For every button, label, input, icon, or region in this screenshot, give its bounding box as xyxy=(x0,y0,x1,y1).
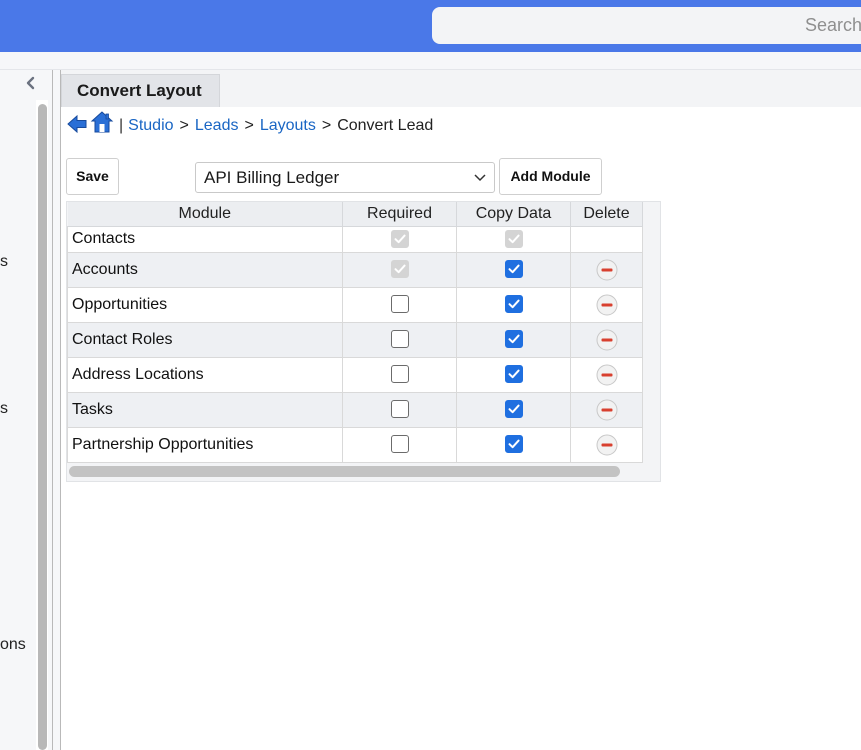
sidebar-scrollbar[interactable] xyxy=(38,104,47,750)
required-checkbox[interactable] xyxy=(390,365,409,384)
panel-divider xyxy=(60,70,61,750)
table-row: Partnership Opportunities xyxy=(67,426,657,463)
breadcrumb-link-studio[interactable]: Studio xyxy=(128,117,173,135)
sidebar-item-fragment[interactable]: ons xyxy=(0,636,26,654)
breadcrumb-divider: > xyxy=(244,117,254,134)
breadcrumb-separator: | xyxy=(119,117,124,134)
required-checkbox[interactable] xyxy=(390,295,409,314)
search-box[interactable] xyxy=(432,7,861,44)
left-sidebar: s s ons xyxy=(0,70,60,750)
chevron-left-icon[interactable] xyxy=(24,76,38,94)
copy-data-checkbox[interactable] xyxy=(504,330,523,349)
back-arrow-icon[interactable] xyxy=(66,113,88,140)
top-bar xyxy=(0,0,861,52)
sidebar-item-fragment[interactable]: s xyxy=(0,253,8,271)
table-row: Contacts xyxy=(67,225,657,253)
module-name-cell: Address Locations xyxy=(67,356,343,393)
search-input[interactable] xyxy=(432,7,861,44)
required-checkbox xyxy=(390,260,409,279)
copy-data-cell xyxy=(456,321,571,358)
row-filler xyxy=(642,427,657,462)
breadcrumb-divider: > xyxy=(321,117,332,134)
copy-data-cell xyxy=(456,225,571,253)
required-checkbox[interactable] xyxy=(390,400,409,419)
module-name-cell: Opportunities xyxy=(67,286,343,323)
breadcrumb-link-leads[interactable]: Leads xyxy=(195,117,239,135)
module-name-cell: Contacts xyxy=(67,225,343,253)
tab-convert-layout[interactable]: Convert Layout xyxy=(61,74,220,107)
table-row: Address Locations xyxy=(67,356,657,393)
grid-horizontal-scrollbar[interactable] xyxy=(69,466,620,477)
delete-cell xyxy=(570,225,643,253)
delete-icon[interactable] xyxy=(596,399,618,421)
breadcrumb: | Studio > Leads > Layouts > Convert Lea… xyxy=(66,110,434,140)
required-checkbox xyxy=(390,229,409,248)
required-cell xyxy=(342,225,457,253)
grid-header-row: Module Required Copy Data Delete xyxy=(67,202,657,227)
breadcrumb-current: Convert Lead xyxy=(337,117,434,134)
copy-data-cell xyxy=(456,356,571,393)
module-name-cell: Tasks xyxy=(67,391,343,428)
row-filler xyxy=(642,226,657,252)
delete-icon[interactable] xyxy=(596,259,618,281)
module-select[interactable]: API Billing Ledger xyxy=(195,162,495,193)
table-row: Opportunities xyxy=(67,286,657,323)
required-cell xyxy=(342,251,457,288)
module-select-value: API Billing Ledger xyxy=(204,168,340,187)
delete-cell xyxy=(570,426,643,463)
row-filler xyxy=(642,392,657,427)
row-filler xyxy=(642,252,657,287)
column-header-module[interactable]: Module xyxy=(67,202,343,227)
delete-cell xyxy=(570,251,643,288)
required-cell xyxy=(342,426,457,463)
table-row: Tasks xyxy=(67,391,657,428)
column-header-delete[interactable]: Delete xyxy=(570,202,643,227)
breadcrumb-link-layouts[interactable]: Layouts xyxy=(260,117,316,135)
required-cell xyxy=(342,286,457,323)
chevron-down-icon xyxy=(474,174,486,182)
delete-cell xyxy=(570,286,643,323)
module-name-cell: Contact Roles xyxy=(67,321,343,358)
table-row: Contact Roles xyxy=(67,321,657,358)
required-cell xyxy=(342,391,457,428)
panel-divider xyxy=(52,70,53,750)
table-row: Accounts xyxy=(67,251,657,288)
required-checkbox[interactable] xyxy=(390,435,409,454)
breadcrumb-divider: > xyxy=(179,117,189,134)
required-cell xyxy=(342,321,457,358)
copy-data-cell xyxy=(456,286,571,323)
save-button[interactable]: Save xyxy=(66,158,119,195)
copy-data-checkbox xyxy=(504,229,523,248)
add-module-button[interactable]: Add Module xyxy=(499,158,602,195)
copy-data-checkbox[interactable] xyxy=(504,365,523,384)
delete-cell xyxy=(570,321,643,358)
copy-data-checkbox[interactable] xyxy=(504,260,523,279)
sidebar-item-fragment[interactable]: s xyxy=(0,400,8,418)
delete-icon[interactable] xyxy=(596,364,618,386)
copy-data-cell xyxy=(456,391,571,428)
header-filler xyxy=(642,202,657,226)
column-header-required[interactable]: Required xyxy=(342,202,457,227)
module-grid: Module Required Copy Data Delete Contact… xyxy=(67,202,657,463)
module-name-cell: Accounts xyxy=(67,251,343,288)
required-cell xyxy=(342,356,457,393)
copy-data-checkbox[interactable] xyxy=(504,435,523,454)
delete-cell xyxy=(570,391,643,428)
row-filler xyxy=(642,357,657,392)
delete-icon[interactable] xyxy=(596,329,618,351)
required-checkbox[interactable] xyxy=(390,330,409,349)
home-icon[interactable] xyxy=(88,110,114,139)
copy-data-checkbox[interactable] xyxy=(504,295,523,314)
copy-data-cell xyxy=(456,426,571,463)
module-name-cell: Partnership Opportunities xyxy=(67,426,343,463)
column-header-copy-data[interactable]: Copy Data xyxy=(456,202,571,227)
delete-icon[interactable] xyxy=(596,434,618,456)
sub-header-bar xyxy=(0,52,861,70)
row-filler xyxy=(642,287,657,322)
delete-cell xyxy=(570,356,643,393)
copy-data-cell xyxy=(456,251,571,288)
delete-icon[interactable] xyxy=(596,294,618,316)
row-filler xyxy=(642,322,657,357)
copy-data-checkbox[interactable] xyxy=(504,400,523,419)
